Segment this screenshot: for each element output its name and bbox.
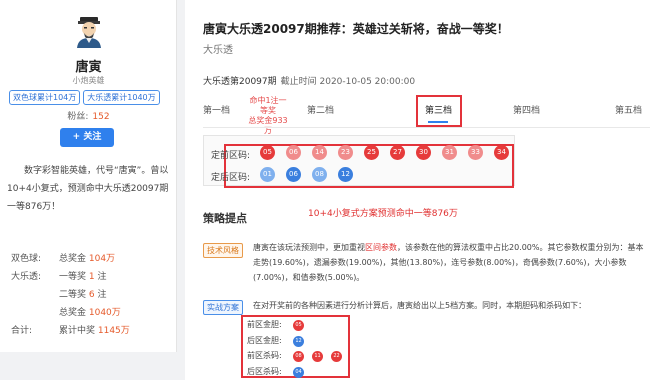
front-ball: 34 (494, 145, 509, 160)
stat-row: 总奖金 1040万 (11, 304, 173, 322)
front-zone-label: 定前区码: (211, 151, 251, 161)
page: 唐寅 小炮英雄 双色球累计104万 大乐透累计1040万 粉丝: 152 + 关注… (0, 0, 650, 380)
stat-prefix: 累计中奖 (59, 326, 98, 336)
result-ball: 11 (312, 351, 323, 362)
tab-tier-5[interactable]: 第五档 (615, 103, 642, 116)
result-ball: 05 (293, 320, 304, 331)
stat-row: 合计: 累计中奖 1145万 (11, 322, 173, 340)
tab-divider (203, 127, 650, 128)
fans-label: 粉丝: (67, 112, 89, 122)
deadline: 截止时间 2020-10-05 20:00:00 (280, 77, 416, 87)
profile-badges: 双色球累计104万 大乐透累计1040万 (9, 90, 160, 105)
front-ball: 30 (416, 145, 431, 160)
profile-title: 小炮英雄 (72, 76, 105, 85)
front-ball: 05 (260, 145, 275, 160)
badge-ssq: 双色球累计104万 (9, 90, 81, 105)
front-ball: 23 (338, 145, 353, 160)
stat-prefix: 一等奖 (59, 272, 89, 282)
stat-prefix: 二等奖 (59, 290, 89, 300)
back-ball: 06 (286, 167, 301, 182)
stat-prefix: 总奖金 (59, 308, 89, 318)
tier-tabs: 第一档 命中1注一等奖 总奖金933万 第二档 第三档 第四档 第五档 (203, 95, 650, 135)
tag-plan: 实战方案 (203, 300, 243, 315)
result-label: 后区杀码: (247, 366, 282, 376)
issue-number: 大乐透第20097期 (203, 77, 277, 87)
profile-description: 数字彩智能英雄，代号“唐寅”。曾以10+4小复式，预测命中大乐透20097期一等… (7, 166, 169, 212)
result-ball: 04 (293, 366, 304, 378)
stat-key (11, 286, 59, 304)
stat-key: 双色球: (11, 254, 42, 264)
back-ball: 01 (260, 167, 275, 182)
stat-row: 二等奖 6 注 (11, 286, 173, 304)
follow-button[interactable]: + 关注 (60, 128, 114, 147)
stat-key (11, 304, 59, 322)
result-label: 前区金胆: (247, 320, 282, 329)
stat-value: 1145万 (97, 326, 130, 336)
para1-highlight: 区间参数 (365, 243, 397, 252)
tab-tier-4[interactable]: 第四档 (513, 103, 540, 116)
result-label: 后区金胆: (247, 335, 282, 345)
active-tab-indicator (428, 121, 448, 123)
strategy-note: 10+4小复式方案预测命中一等876万 (308, 209, 458, 219)
avatar (77, 17, 101, 48)
back-ball: 08 (312, 167, 327, 182)
front-ball: 27 (390, 145, 405, 160)
front-ball: 31 (442, 145, 457, 160)
tab-tip-line1: 命中1注一等奖 (249, 96, 287, 115)
front-ball: 06 (286, 145, 301, 160)
tech-style-text: 唐寅在该玩法预测中，更加重视区间参数，该参数在他的算法权重中占比20.00%。其… (253, 240, 645, 285)
front-ball: 25 (364, 145, 379, 160)
article-title: 唐寅大乐透20097期推荐：英雄过关斩将，奋战一等奖！ (203, 22, 509, 36)
para1-text: 唐寅在该玩法预测中，更加重视 (253, 243, 365, 252)
result-ball: 22 (331, 351, 342, 362)
tab-tier-1[interactable]: 第一档 (203, 103, 230, 116)
front-ball: 14 (312, 145, 327, 160)
result-ball: 08 (293, 351, 304, 362)
back-zone-label: 定后区码: (211, 173, 251, 183)
strategy-heading: 策略提点 (203, 212, 247, 225)
fans-count: 粉丝: 152 (0, 109, 177, 122)
stat-key: 合计: (11, 326, 33, 336)
stat-prefix: 总奖金 (59, 254, 89, 264)
profile-name: 唐寅 (75, 60, 102, 75)
stat-key: 大乐透: (11, 272, 42, 282)
article-panel: 唐寅大乐透20097期推荐：英雄过关斩将，奋战一等奖！ 大乐透 大乐透第2009… (185, 0, 650, 380)
article-category[interactable]: 大乐透 (203, 41, 233, 56)
result-label: 前区杀码: (247, 351, 282, 360)
profile-stats: 双色球: 总奖金 104万 大乐透: 一等奖 1 注 二等奖 6 注 总奖金 104… (11, 250, 173, 340)
profile-panel: 唐寅 小炮英雄 双色球累计104万 大乐透累计1040万 粉丝: 152 + 关注… (0, 0, 177, 352)
article-meta: 大乐透第20097期 截止时间 2020-10-05 20:00:00 (203, 74, 415, 87)
tab-hit-tip: 命中1注一等奖 总奖金933万 (246, 96, 290, 136)
stat-value: 104万 (88, 254, 116, 264)
back-ball: 12 (338, 167, 353, 182)
tab-tier-2[interactable]: 第二档 (307, 103, 334, 116)
stat-suffix: 注 (94, 290, 107, 300)
tag-tech-style: 技术风格 (203, 243, 243, 258)
stat-suffix: 注 (94, 272, 107, 282)
result-ball: 12 (293, 335, 304, 347)
plan-text: 在对开奖前的各种因素进行分析计算后，唐寅给出以上5档方案。同时，本期胆码和杀码如… (253, 301, 587, 310)
fans-number: 152 (92, 112, 110, 122)
stat-row: 双色球: 总奖金 104万 (11, 250, 173, 268)
front-ball: 33 (468, 145, 483, 160)
badge-dlt: 大乐透累计1040万 (83, 90, 160, 105)
tab-tip-line2: 总奖金933万 (248, 116, 288, 135)
tab-tier-3[interactable]: 第三档 (425, 103, 452, 116)
stat-row: 大乐透: 一等奖 1 注 (11, 268, 173, 286)
stat-value: 1040万 (88, 308, 121, 318)
